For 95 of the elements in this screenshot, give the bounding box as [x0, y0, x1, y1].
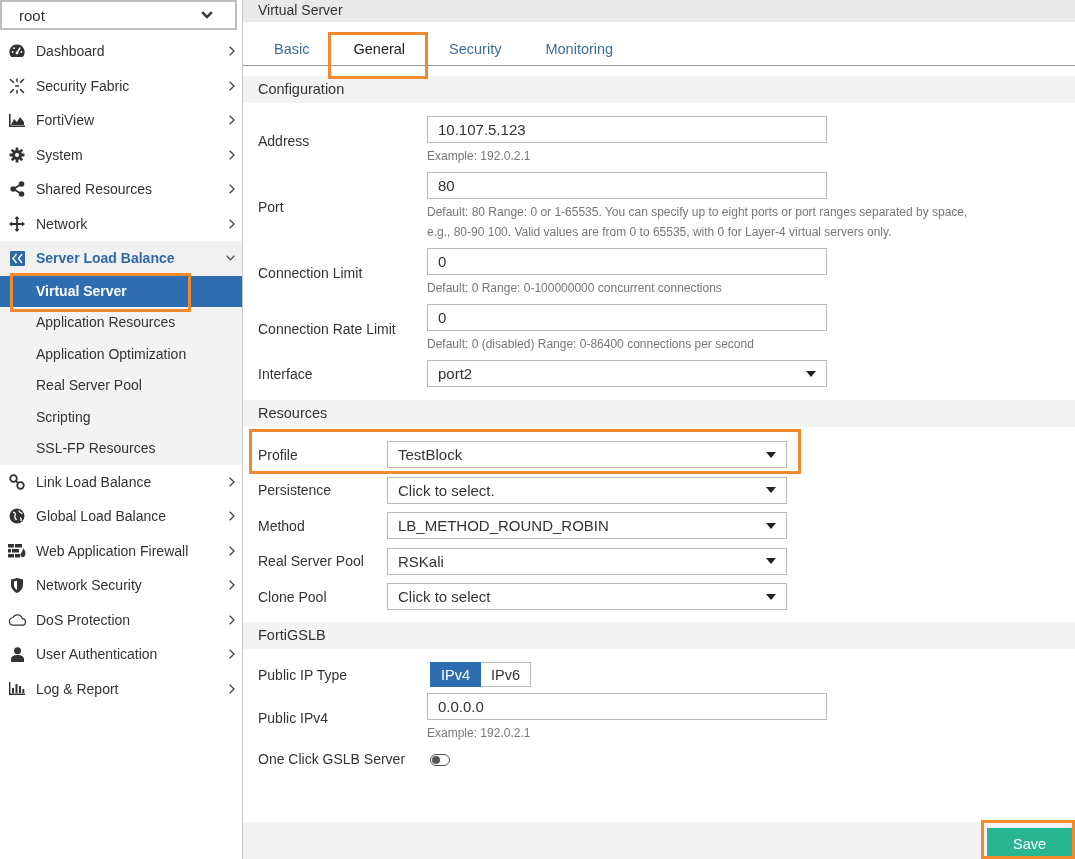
arrows-square-icon	[9, 250, 25, 266]
burst-icon	[9, 77, 25, 94]
chevron-right-icon	[229, 649, 235, 660]
caret-down-icon	[766, 558, 776, 564]
chevron-right-icon	[229, 218, 235, 229]
menu-item[interactable]: User Authentication	[0, 637, 242, 672]
field-hint: Default: 0 (disabled) Range: 0-86400 connections per second	[427, 336, 755, 353]
menu-item[interactable]: DoS Protection	[0, 602, 242, 637]
chevron-right-icon	[229, 115, 235, 126]
field-label: One Click GSLB Server	[258, 751, 407, 767]
page-title: Virtual Server	[243, 0, 1075, 22]
section-header: FortiGSLB	[243, 622, 1075, 649]
text-field[interactable]: 0	[427, 248, 827, 275]
field-hint: Default: 80 Range: 0 or 1-65535. You can specify up to eight ports or port ranges separated by space, e.g., 80-90 100. Valid values are from 0 to 65535, with 0 for Layer-4 virtual servers only.	[427, 204, 969, 241]
menu-item[interactable]: Global Load Balance	[0, 499, 242, 534]
submenu-item[interactable]: Real Server Pool	[0, 370, 242, 402]
field-label: Persistence	[258, 482, 333, 498]
field-label: Profile	[258, 446, 299, 463]
chevron-right-icon	[229, 545, 235, 556]
caret-down-icon	[766, 451, 776, 458]
link-icon	[9, 473, 25, 490]
area-chart-icon	[9, 113, 25, 127]
submenu-item[interactable]: Virtual Server	[0, 275, 242, 307]
text-field[interactable]: 80	[427, 172, 827, 199]
caret-down-icon	[766, 593, 776, 600]
cloud-icon	[8, 613, 26, 627]
tab[interactable]: Monitoring	[523, 32, 636, 65]
submenu-item[interactable]: Scripting	[0, 401, 242, 433]
dropdown[interactable]: RSKali	[387, 547, 787, 575]
brick-wall-icon	[8, 543, 26, 558]
field-label: Real Server Pool	[258, 553, 365, 569]
submenu-item[interactable]: Application Optimization	[0, 338, 242, 370]
share-icon	[9, 181, 25, 198]
menu-item[interactable]: Web Application Firewall	[0, 533, 242, 568]
menu-item[interactable]: Link Load Balance	[0, 464, 242, 499]
chevron-right-icon	[229, 149, 235, 160]
field-label: Address	[258, 133, 311, 149]
globe-icon	[9, 508, 25, 525]
field-label: Interface	[258, 365, 314, 382]
chevron-right-icon	[229, 511, 235, 522]
vdom-dropdown[interactable]: root	[0, 0, 237, 30]
user-icon	[10, 646, 24, 662]
dropdown[interactable]: port2	[427, 360, 827, 387]
shield-icon	[11, 577, 23, 593]
chevron-right-icon	[229, 476, 235, 487]
field-label: Public IP Type	[258, 666, 348, 683]
text-field[interactable]: 0	[427, 304, 827, 331]
segment-button[interactable]: IPv4	[430, 662, 481, 687]
menu-item[interactable]: Security Fabric	[0, 68, 242, 103]
menu-item[interactable]: Network Security	[0, 568, 242, 603]
menu-item[interactable]: Dashboard	[0, 34, 242, 69]
gear-icon	[9, 146, 25, 163]
tab[interactable]: Security	[427, 32, 524, 65]
chevron-down-icon	[201, 11, 213, 19]
chevron-down-icon	[226, 255, 235, 262]
gauge-icon	[9, 44, 25, 59]
dropdown[interactable]: Click to select	[387, 583, 787, 610]
menu-item[interactable]: Server Load Balance	[0, 241, 242, 276]
menu-item[interactable]: Log & Report	[0, 671, 242, 706]
field-label: Connection Rate Limit	[258, 321, 397, 337]
chevron-right-icon	[229, 46, 235, 57]
field-hint: Default: 0 Range: 0-100000000 concurrent connections	[427, 280, 723, 297]
chevron-right-icon	[229, 683, 235, 694]
menu-item[interactable]: System	[0, 137, 242, 172]
menu-item[interactable]: Network	[0, 206, 242, 241]
chevron-right-icon	[229, 80, 235, 91]
text-field[interactable]: 0.0.0.0	[427, 693, 827, 720]
menu-item[interactable]: Shared Resources	[0, 172, 242, 207]
submenu-item[interactable]: SSL-FP Resources	[0, 433, 242, 465]
field-label: Method	[258, 517, 306, 534]
move-arrows-icon	[9, 215, 25, 232]
bar-chart-icon	[9, 682, 25, 696]
section-header: Configuration	[243, 76, 1075, 103]
tab[interactable]: Basic	[252, 32, 332, 65]
caret-down-icon	[766, 487, 776, 493]
caret-down-icon	[806, 370, 816, 377]
dropdown[interactable]: Click to select.	[387, 476, 787, 504]
section-header: Resources	[243, 400, 1075, 427]
caret-down-icon	[766, 522, 776, 529]
dropdown[interactable]: TestBlock	[387, 441, 787, 468]
field-label: Port	[258, 199, 285, 215]
chevron-right-icon	[229, 580, 235, 591]
field-label: Public IPv4	[258, 710, 330, 726]
menu-item[interactable]: FortiView	[0, 103, 242, 138]
field-label: Clone Pool	[258, 588, 328, 605]
submenu-item[interactable]: Application Resources	[0, 307, 242, 339]
toggle-switch[interactable]	[430, 754, 450, 767]
chevron-right-icon	[229, 184, 235, 195]
field-label: Connection Limit	[258, 265, 364, 281]
dropdown[interactable]: LB_METHOD_ROUND_ROBIN	[387, 512, 787, 539]
text-field[interactable]: 10.107.5.123	[427, 116, 827, 143]
field-hint: Example: 192.0.2.1	[427, 725, 532, 742]
field-hint: Example: 192.0.2.1	[427, 148, 532, 165]
segment-button[interactable]: IPv6	[481, 662, 532, 687]
chevron-right-icon	[229, 614, 235, 625]
